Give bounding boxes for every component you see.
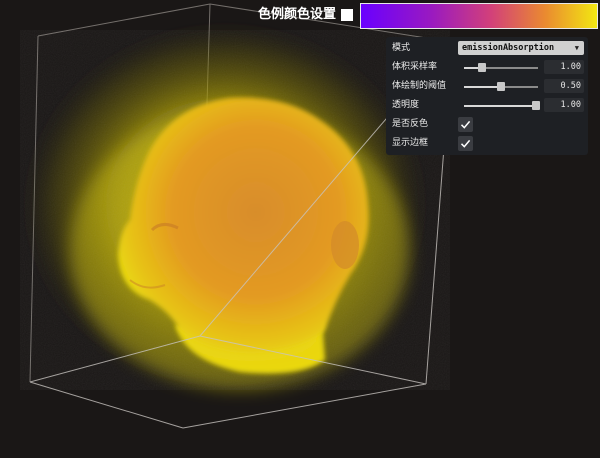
checkmark-icon [460,120,471,129]
show-box-label: 显示边框 [392,138,429,148]
mode-select[interactable]: emissionAbsorption ▼ [458,41,584,55]
threshold-slider[interactable] [464,82,538,91]
mode-select-value: emissionAbsorption [462,43,555,53]
opacity-slider[interactable] [464,101,540,110]
controls-panel: 模式 emissionAbsorption ▼ 体积采样率 1.00 体绘制的阈… [386,37,588,155]
legend-color-swatch[interactable] [341,9,353,21]
sampling-rate-input[interactable]: 1.00 [544,60,584,74]
colormap-gradient-bar[interactable] [360,3,598,29]
threshold-slider-fill [464,86,501,88]
show-box-row: 显示边框 [386,134,588,153]
invert-row: 是否反色 [386,115,588,134]
sampling-rate-slider-thumb[interactable] [477,63,486,72]
chevron-down-icon: ▼ [574,44,579,52]
show-box-checkbox[interactable] [458,136,473,151]
threshold-label: 体绘制的阈值 [392,81,447,91]
threshold-row: 体绘制的阈值 0.50 [386,77,588,96]
threshold-slider-thumb[interactable] [497,82,505,91]
sampling-rate-label: 体积采样率 [392,62,438,72]
opacity-row: 透明度 1.00 [386,96,588,115]
invert-label: 是否反色 [392,119,429,129]
mode-label: 模式 [392,43,411,53]
opacity-label: 透明度 [392,100,420,110]
opacity-input[interactable]: 1.00 [544,98,584,112]
opacity-slider-fill [464,105,536,107]
sampling-rate-row: 体积采样率 1.00 [386,58,588,77]
threshold-input[interactable]: 0.50 [544,79,584,93]
invert-checkbox[interactable] [458,117,473,132]
sampling-rate-slider[interactable] [464,63,538,72]
opacity-slider-thumb[interactable] [531,101,540,110]
checkmark-icon [460,139,471,148]
mode-row: 模式 emissionAbsorption ▼ [386,39,588,58]
legend-title: 色例颜色设置 [258,7,337,22]
